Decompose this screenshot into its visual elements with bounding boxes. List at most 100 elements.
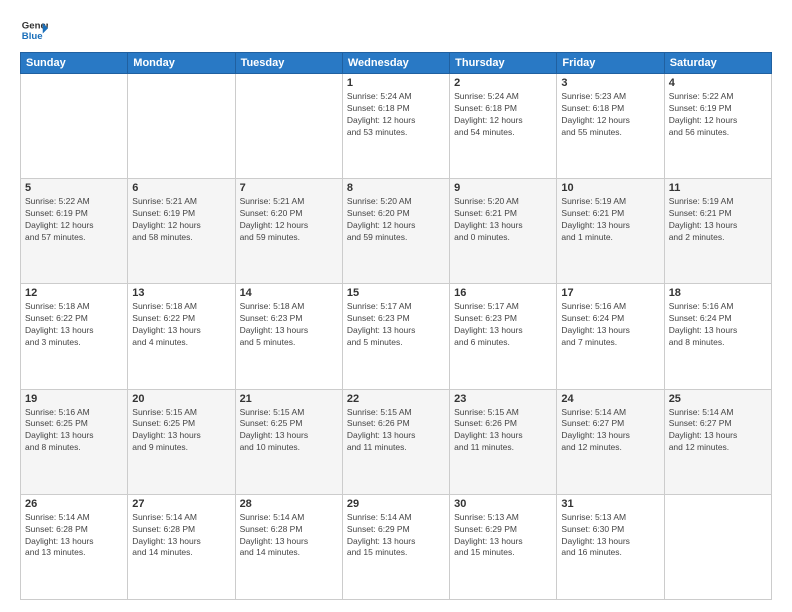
day-info: Sunrise: 5:16 AM Sunset: 6:25 PM Dayligh…: [25, 407, 123, 455]
day-number: 31: [561, 498, 659, 510]
day-header-saturday: Saturday: [664, 53, 771, 74]
day-number: 8: [347, 182, 445, 194]
day-number: 3: [561, 77, 659, 89]
day-info: Sunrise: 5:14 AM Sunset: 6:28 PM Dayligh…: [25, 512, 123, 560]
day-info: Sunrise: 5:24 AM Sunset: 6:18 PM Dayligh…: [347, 91, 445, 139]
calendar-cell: 23 Sunrise: 5:15 AM Sunset: 6:26 PM Dayli…: [450, 389, 557, 494]
calendar-cell: 9Sunrise: 5:20 AM Sunset: 6:21 PM Daylig…: [450, 179, 557, 284]
day-number: 18: [669, 287, 767, 299]
calendar-header-row: SundayMondayTuesdayWednesdayThursdayFrid…: [21, 53, 772, 74]
day-number: 19: [25, 393, 123, 405]
day-info: Sunrise: 5:15 AM Sunset: 6:26 PM Dayligh…: [454, 407, 552, 455]
day-info: Sunrise: 5:18 AM Sunset: 6:23 PM Dayligh…: [240, 301, 338, 349]
day-number: 17: [561, 287, 659, 299]
day-header-friday: Friday: [557, 53, 664, 74]
calendar-cell: 15 Sunrise: 5:17 AM Sunset: 6:23 PM Dayli…: [342, 284, 449, 389]
day-number: 7: [240, 182, 338, 194]
day-info: Sunrise: 5:23 AM Sunset: 6:18 PM Dayligh…: [561, 91, 659, 139]
day-number: 22: [347, 393, 445, 405]
calendar-cell: 24 Sunrise: 5:14 AM Sunset: 6:27 PM Dayli…: [557, 389, 664, 494]
calendar-cell: 13 Sunrise: 5:18 AM Sunset: 6:22 PM Dayli…: [128, 284, 235, 389]
day-info: Sunrise: 5:20 AM Sunset: 6:21 PM Dayligh…: [454, 196, 552, 244]
day-number: 29: [347, 498, 445, 510]
day-info: Sunrise: 5:22 AM Sunset: 6:19 PM Dayligh…: [669, 91, 767, 139]
day-number: 4: [669, 77, 767, 89]
day-number: 14: [240, 287, 338, 299]
day-info: Sunrise: 5:24 AM Sunset: 6:18 PM Dayligh…: [454, 91, 552, 139]
day-number: 11: [669, 182, 767, 194]
calendar-cell: 22 Sunrise: 5:15 AM Sunset: 6:26 PM Dayli…: [342, 389, 449, 494]
day-info: Sunrise: 5:14 AM Sunset: 6:28 PM Dayligh…: [240, 512, 338, 560]
day-info: Sunrise: 5:16 AM Sunset: 6:24 PM Dayligh…: [669, 301, 767, 349]
day-number: 15: [347, 287, 445, 299]
calendar-cell: 3 Sunrise: 5:23 AM Sunset: 6:18 PM Daylig…: [557, 74, 664, 179]
day-number: 13: [132, 287, 230, 299]
header: General Blue: [20, 16, 772, 44]
calendar-cell: 26 Sunrise: 5:14 AM Sunset: 6:28 PM Dayli…: [21, 494, 128, 599]
day-number: 10: [561, 182, 659, 194]
day-number: 23: [454, 393, 552, 405]
calendar-cell: 27 Sunrise: 5:14 AM Sunset: 6:28 PM Dayli…: [128, 494, 235, 599]
calendar-cell: 30 Sunrise: 5:13 AM Sunset: 6:29 PM Dayli…: [450, 494, 557, 599]
calendar-cell: 14 Sunrise: 5:18 AM Sunset: 6:23 PM Dayli…: [235, 284, 342, 389]
day-info: Sunrise: 5:21 AM Sunset: 6:19 PM Dayligh…: [132, 196, 230, 244]
calendar-cell: 28 Sunrise: 5:14 AM Sunset: 6:28 PM Dayli…: [235, 494, 342, 599]
day-number: 27: [132, 498, 230, 510]
calendar-cell: 10 Sunrise: 5:19 AM Sunset: 6:21 PM Dayli…: [557, 179, 664, 284]
calendar-cell: 5Sunrise: 5:22 AM Sunset: 6:19 PM Daylig…: [21, 179, 128, 284]
day-number: 25: [669, 393, 767, 405]
calendar-cell: 20 Sunrise: 5:15 AM Sunset: 6:25 PM Dayli…: [128, 389, 235, 494]
day-info: Sunrise: 5:19 AM Sunset: 6:21 PM Dayligh…: [561, 196, 659, 244]
calendar-cell: 12 Sunrise: 5:18 AM Sunset: 6:22 PM Dayli…: [21, 284, 128, 389]
calendar-cell: 17 Sunrise: 5:16 AM Sunset: 6:24 PM Dayli…: [557, 284, 664, 389]
day-number: 1: [347, 77, 445, 89]
day-info: Sunrise: 5:16 AM Sunset: 6:24 PM Dayligh…: [561, 301, 659, 349]
calendar-week-row: 1 Sunrise: 5:24 AM Sunset: 6:18 PM Daylig…: [21, 74, 772, 179]
calendar-cell: 4 Sunrise: 5:22 AM Sunset: 6:19 PM Daylig…: [664, 74, 771, 179]
day-header-wednesday: Wednesday: [342, 53, 449, 74]
page: General Blue SundayMondayTuesdayWednesda…: [0, 0, 792, 612]
day-info: Sunrise: 5:13 AM Sunset: 6:30 PM Dayligh…: [561, 512, 659, 560]
calendar-week-row: 5Sunrise: 5:22 AM Sunset: 6:19 PM Daylig…: [21, 179, 772, 284]
logo-icon: General Blue: [20, 16, 48, 44]
day-header-sunday: Sunday: [21, 53, 128, 74]
calendar-cell: 25 Sunrise: 5:14 AM Sunset: 6:27 PM Dayli…: [664, 389, 771, 494]
day-info: Sunrise: 5:14 AM Sunset: 6:28 PM Dayligh…: [132, 512, 230, 560]
day-number: 30: [454, 498, 552, 510]
day-number: 28: [240, 498, 338, 510]
calendar-cell: 21Sunrise: 5:15 AM Sunset: 6:25 PM Dayli…: [235, 389, 342, 494]
calendar-cell: [664, 494, 771, 599]
calendar-cell: 1 Sunrise: 5:24 AM Sunset: 6:18 PM Daylig…: [342, 74, 449, 179]
calendar-cell: [235, 74, 342, 179]
calendar-cell: 19 Sunrise: 5:16 AM Sunset: 6:25 PM Dayli…: [21, 389, 128, 494]
day-number: 2: [454, 77, 552, 89]
day-number: 20: [132, 393, 230, 405]
day-info: Sunrise: 5:18 AM Sunset: 6:22 PM Dayligh…: [25, 301, 123, 349]
day-info: Sunrise: 5:14 AM Sunset: 6:27 PM Dayligh…: [561, 407, 659, 455]
calendar-cell: [21, 74, 128, 179]
day-header-monday: Monday: [128, 53, 235, 74]
day-number: 24: [561, 393, 659, 405]
day-info: Sunrise: 5:14 AM Sunset: 6:29 PM Dayligh…: [347, 512, 445, 560]
day-info: Sunrise: 5:19 AM Sunset: 6:21 PM Dayligh…: [669, 196, 767, 244]
day-info: Sunrise: 5:17 AM Sunset: 6:23 PM Dayligh…: [347, 301, 445, 349]
calendar-cell: 31 Sunrise: 5:13 AM Sunset: 6:30 PM Dayli…: [557, 494, 664, 599]
calendar-cell: 2 Sunrise: 5:24 AM Sunset: 6:18 PM Daylig…: [450, 74, 557, 179]
day-info: Sunrise: 5:13 AM Sunset: 6:29 PM Dayligh…: [454, 512, 552, 560]
logo: General Blue: [20, 16, 48, 44]
day-header-tuesday: Tuesday: [235, 53, 342, 74]
day-number: 12: [25, 287, 123, 299]
calendar-cell: 18 Sunrise: 5:16 AM Sunset: 6:24 PM Dayli…: [664, 284, 771, 389]
day-info: Sunrise: 5:15 AM Sunset: 6:26 PM Dayligh…: [347, 407, 445, 455]
calendar-cell: 6 Sunrise: 5:21 AM Sunset: 6:19 PM Daylig…: [128, 179, 235, 284]
calendar-cell: 16Sunrise: 5:17 AM Sunset: 6:23 PM Dayli…: [450, 284, 557, 389]
day-info: Sunrise: 5:20 AM Sunset: 6:20 PM Dayligh…: [347, 196, 445, 244]
day-number: 6: [132, 182, 230, 194]
calendar-table: SundayMondayTuesdayWednesdayThursdayFrid…: [20, 52, 772, 600]
day-number: 21: [240, 393, 338, 405]
day-info: Sunrise: 5:18 AM Sunset: 6:22 PM Dayligh…: [132, 301, 230, 349]
day-info: Sunrise: 5:15 AM Sunset: 6:25 PM Dayligh…: [132, 407, 230, 455]
day-number: 26: [25, 498, 123, 510]
day-info: Sunrise: 5:14 AM Sunset: 6:27 PM Dayligh…: [669, 407, 767, 455]
calendar-cell: 8 Sunrise: 5:20 AM Sunset: 6:20 PM Daylig…: [342, 179, 449, 284]
